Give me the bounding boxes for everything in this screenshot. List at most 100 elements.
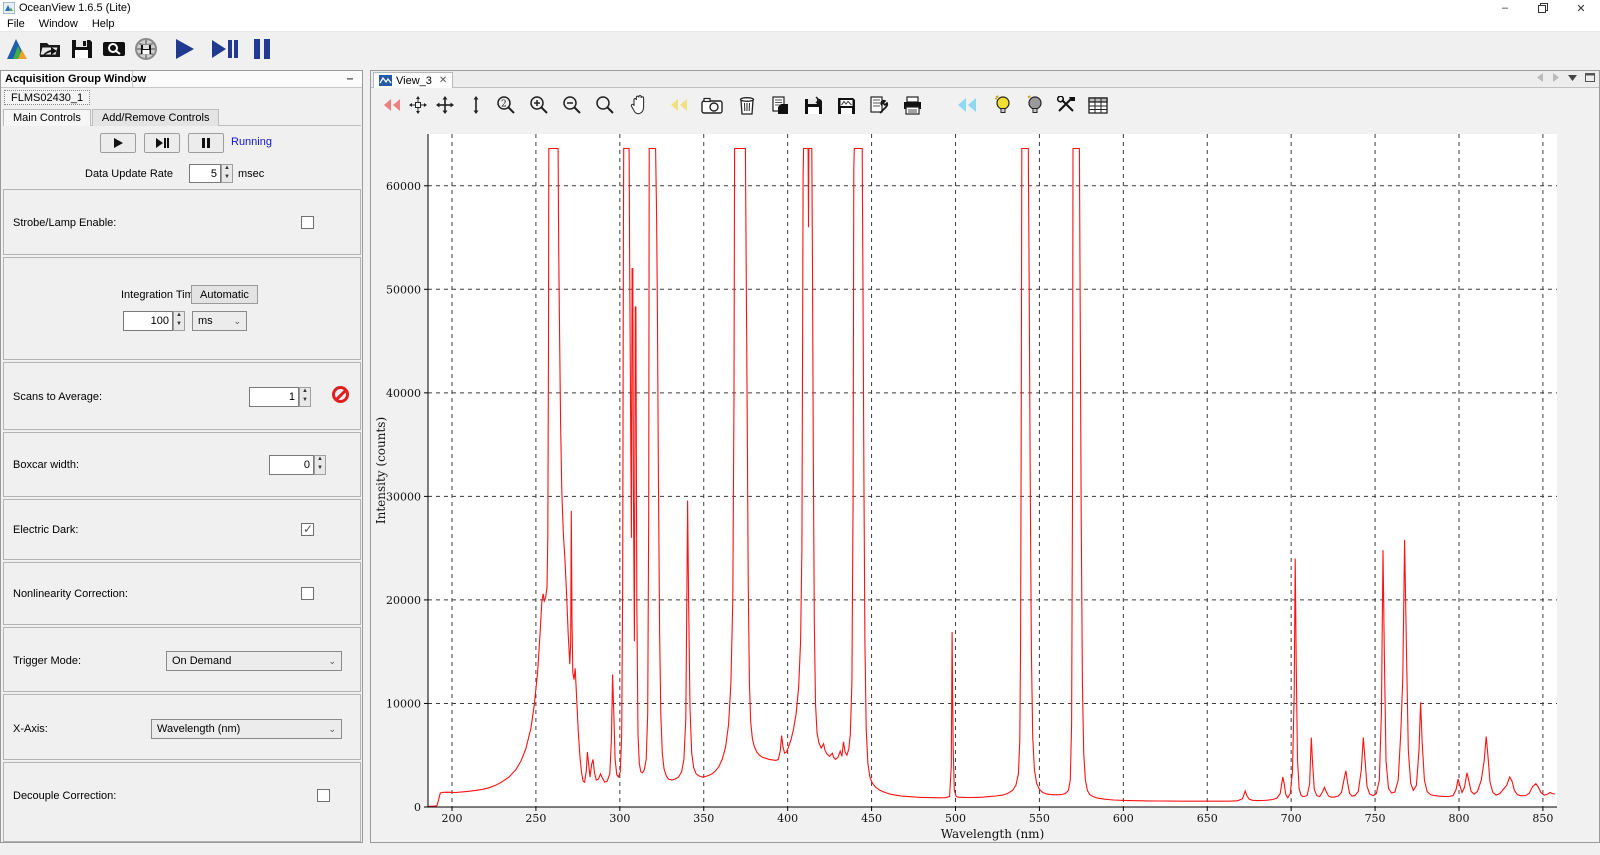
trash-icon[interactable] bbox=[734, 92, 760, 118]
integration-automatic-button[interactable]: Automatic bbox=[191, 285, 258, 304]
integration-time-spinner[interactable]: ▲ ▼ bbox=[173, 311, 185, 331]
status-running: Running bbox=[231, 136, 272, 148]
play-pause-icon[interactable] bbox=[209, 35, 239, 63]
svg-text:800: 800 bbox=[1448, 812, 1469, 825]
tab-add-remove-controls[interactable]: Add/Remove Controls bbox=[91, 109, 220, 126]
data-update-rate-input[interactable]: 5 bbox=[189, 164, 221, 183]
zoom-custom-icon[interactable]: 2 bbox=[493, 92, 519, 118]
scans-spinner[interactable]: ▲ ▼ bbox=[299, 387, 311, 407]
graph-properties-icon[interactable] bbox=[866, 92, 892, 118]
center-axes-icon[interactable] bbox=[405, 92, 431, 118]
maximize-view-icon[interactable] bbox=[1585, 73, 1595, 82]
tools-icon[interactable] bbox=[1053, 92, 1079, 118]
main-toolbar bbox=[0, 32, 1600, 66]
spectrum-plot[interactable]: 200 250 300 350 400 450 500 550 600 650 700 750 800 8… bbox=[371, 121, 1599, 842]
play-icon[interactable] bbox=[169, 35, 199, 63]
electric-dark-checkbox[interactable] bbox=[301, 522, 314, 536]
data-update-rate-unit: msec bbox=[238, 168, 265, 180]
oceanview-window: OceanView 1.6.5 (Lite) – ✕ File Window H… bbox=[0, 0, 1600, 855]
close-window-button[interactable]: ✕ bbox=[1562, 0, 1600, 16]
tab-scroll-right-icon[interactable] bbox=[1552, 73, 1560, 82]
pan-axes-icon[interactable] bbox=[432, 92, 458, 118]
svg-text:50000: 50000 bbox=[386, 283, 421, 296]
scans-to-average-section: Scans to Average: 1 ▲ ▼ bbox=[3, 362, 361, 430]
nonlinearity-checkbox[interactable] bbox=[301, 587, 314, 600]
trigger-mode-label: Trigger Mode: bbox=[13, 655, 82, 667]
restore-icon bbox=[1538, 3, 1548, 13]
menu-bar: File Window Help bbox=[0, 16, 1600, 32]
tab-scroll-left-icon[interactable] bbox=[1536, 73, 1544, 82]
save-as-icon[interactable] bbox=[800, 92, 826, 118]
x-axis-label: X-Axis: bbox=[13, 723, 48, 735]
scans-input[interactable]: 1 bbox=[249, 387, 299, 407]
rewind-cyan-icon[interactable] bbox=[954, 92, 980, 118]
svg-text:0: 0 bbox=[414, 801, 421, 814]
svg-text:600: 600 bbox=[1113, 812, 1134, 825]
zoom-reset-icon[interactable] bbox=[592, 92, 618, 118]
svg-text:250: 250 bbox=[525, 812, 546, 825]
integration-time-input[interactable]: 100 bbox=[123, 311, 173, 331]
view-panel: View_3 ✕ 2 200 250 300 350 400 450 500 5… bbox=[370, 70, 1600, 843]
menu-file[interactable]: File bbox=[0, 18, 32, 30]
table-view-icon[interactable] bbox=[1085, 92, 1111, 118]
tab-view-3[interactable]: View_3 ✕ bbox=[373, 72, 454, 88]
network-save-icon[interactable] bbox=[131, 35, 161, 63]
zoom-out-icon[interactable] bbox=[559, 92, 585, 118]
integration-time-section: Integration Time: Automatic 100 ▲ ▼ ms ⌄ bbox=[3, 257, 361, 360]
x-axis-dropdown[interactable]: Wavelength (nm) ⌄ bbox=[151, 719, 342, 739]
minimize-window-button[interactable]: – bbox=[1486, 0, 1524, 16]
trigger-mode-dropdown[interactable]: On Demand ⌄ bbox=[166, 651, 342, 671]
device-tab[interactable]: FLMS02430_1 bbox=[4, 90, 91, 105]
svg-text:300: 300 bbox=[609, 812, 630, 825]
pause-acquisition-button[interactable] bbox=[188, 133, 224, 153]
acquisition-header: Acquisition Group Window – bbox=[1, 71, 362, 88]
decouple-checkbox[interactable] bbox=[317, 789, 330, 802]
zoom-in-icon[interactable] bbox=[526, 92, 552, 118]
save-icon[interactable] bbox=[67, 35, 97, 63]
single-acquisition-button[interactable] bbox=[144, 133, 180, 153]
rewind-yellow-icon[interactable] bbox=[666, 92, 692, 118]
controls-sections: Strobe/Lamp Enable: Integration Time: Au… bbox=[3, 189, 361, 842]
hand-pan-icon[interactable] bbox=[626, 92, 652, 118]
panel-minimize-button[interactable]: – bbox=[344, 72, 356, 85]
start-acquisition-button[interactable] bbox=[100, 133, 136, 153]
bulb-on-icon[interactable] bbox=[989, 92, 1015, 118]
print-icon[interactable] bbox=[899, 92, 925, 118]
save-graph-icon[interactable] bbox=[833, 92, 859, 118]
tab-main-controls[interactable]: Main Controls bbox=[3, 109, 91, 126]
window-title: OceanView 1.6.5 (Lite) bbox=[19, 2, 131, 14]
svg-text:Intensity (counts): Intensity (counts) bbox=[374, 417, 388, 524]
chart-toolbar: 2 bbox=[371, 89, 1599, 121]
tab-list-icon[interactable] bbox=[1568, 74, 1577, 81]
menu-help[interactable]: Help bbox=[85, 18, 122, 30]
menu-window[interactable]: Window bbox=[32, 18, 85, 30]
close-tab-icon[interactable]: ✕ bbox=[439, 75, 447, 86]
trigger-mode-section: Trigger Mode: On Demand ⌄ bbox=[3, 627, 361, 692]
open-file-icon[interactable] bbox=[35, 35, 65, 63]
bulb-off-icon[interactable] bbox=[1021, 92, 1047, 118]
camera-icon[interactable] bbox=[699, 92, 725, 118]
svg-text:750: 750 bbox=[1365, 812, 1386, 825]
boxcar-spinner[interactable]: ▲ ▼ bbox=[314, 455, 326, 475]
vertical-range-icon[interactable] bbox=[463, 92, 489, 118]
spectrum-chart[interactable]: 200 250 300 350 400 450 500 550 600 650 700 750 800 8… bbox=[371, 121, 1599, 842]
integration-unit-dropdown[interactable]: ms ⌄ bbox=[192, 311, 247, 331]
svg-text:450: 450 bbox=[861, 812, 882, 825]
oceanview-logo-icon[interactable] bbox=[3, 35, 33, 63]
strobe-checkbox[interactable] bbox=[301, 216, 314, 229]
data-update-rate-spinner[interactable]: ▲ ▼ bbox=[221, 164, 233, 183]
electric-dark-label: Electric Dark: bbox=[13, 524, 79, 536]
rewind-red-icon[interactable] bbox=[379, 92, 405, 118]
copy-data-icon[interactable] bbox=[767, 92, 793, 118]
data-update-rate-row: Data Update Rate 5 ▲ ▼ msec bbox=[1, 163, 362, 185]
restore-window-button[interactable] bbox=[1524, 0, 1562, 16]
boxcar-input[interactable]: 0 bbox=[269, 455, 314, 475]
prohibited-icon bbox=[332, 386, 349, 403]
app-icon bbox=[3, 2, 15, 14]
svg-text:500: 500 bbox=[945, 812, 966, 825]
svg-text:200: 200 bbox=[441, 812, 462, 825]
data-update-rate-label: Data Update Rate bbox=[85, 168, 174, 180]
x-axis-section: X-Axis: Wavelength (nm) ⌄ bbox=[3, 694, 361, 760]
search-file-icon[interactable] bbox=[99, 35, 129, 63]
pause-icon[interactable] bbox=[247, 35, 277, 63]
